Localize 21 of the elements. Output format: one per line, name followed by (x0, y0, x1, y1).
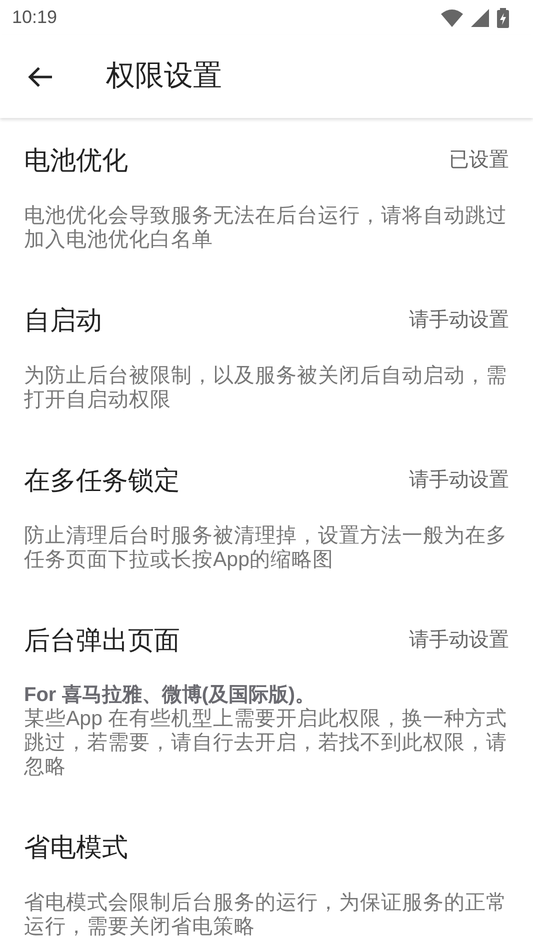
page-title: 权限设置 (106, 58, 222, 94)
setting-note: For 喜马拉雅、微博(及国际版)。 (24, 683, 316, 707)
setting-value[interactable]: 已设置 (449, 145, 509, 175)
setting-value[interactable]: 请手动设置 (409, 305, 509, 335)
wifi-icon (441, 8, 463, 26)
setting-description: 省电模式会限制后台服务的运行，为保证服务的正常运行，需要关闭省电策略 (24, 891, 508, 939)
setting-title: 自启动 (24, 304, 102, 336)
setting-title: 省电模式 (24, 831, 128, 863)
setting-value[interactable]: 请手动设置 (409, 625, 509, 655)
signal-icon (471, 8, 489, 26)
back-icon[interactable] (27, 66, 53, 88)
status-time: 10:19 (12, 6, 58, 29)
setting-description: 电池优化会导致服务无法在后台运行，请将自动跳过加入电池优化白名单 (24, 204, 508, 252)
setting-title: 电池优化 (24, 144, 128, 176)
setting-value[interactable]: 请手动设置 (409, 465, 509, 495)
setting-title: 后台弹出页面 (24, 624, 180, 656)
setting-description: 防止清理后台时服务被清理掉，设置方法一般为在多任务页面下拉或长按App的缩略图 (24, 524, 508, 572)
setting-description: 为防止后台被限制，以及服务被关闭后自动启动，需打开自启动权限 (24, 364, 508, 412)
setting-description: 某些App 在有些机型上需要开启此权限，换一种方式跳过，若需要，请自行去开启，若找不到此权限，请忽略 (24, 707, 508, 779)
battery-charging-icon (497, 8, 509, 28)
setting-title: 在多任务锁定 (24, 464, 180, 496)
